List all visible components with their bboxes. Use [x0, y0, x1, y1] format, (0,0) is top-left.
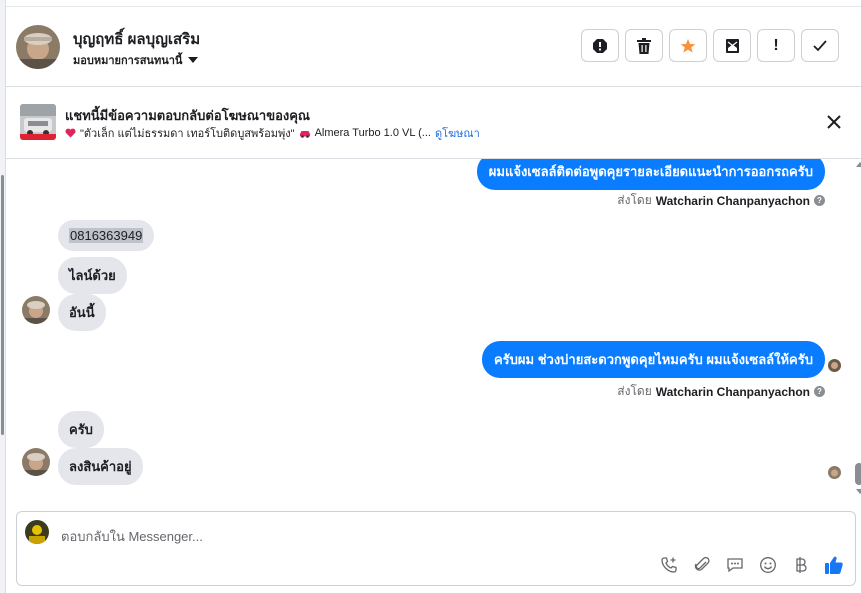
- contact-avatar-small: [22, 296, 50, 324]
- scroll-thumb[interactable]: [855, 463, 861, 485]
- mark-unread-icon: [725, 38, 739, 53]
- ad-car-name: Almera Turbo 1.0 VL (...: [314, 127, 431, 139]
- header-actions: !: [581, 29, 839, 62]
- outgoing-message: ครับผม ช่วงบ่ายสะดวกพูดคุยไหมครับ ผมแจ้ง…: [481, 341, 825, 378]
- ad-text: "ตัวเล็ก แต่ไม่ธรรมดา เทอร์โบติดบูสพร้อม…: [80, 128, 295, 140]
- sent-by-name: Watcharin Chanpanyachon: [655, 384, 810, 399]
- incoming-message: 0816363949: [58, 220, 155, 251]
- payment-button[interactable]: [790, 554, 812, 576]
- follow-up-button[interactable]: !: [757, 29, 795, 62]
- sent-by-name: Watcharin Chanpanyachon: [655, 193, 810, 208]
- scroll-down-icon[interactable]: [856, 489, 861, 494]
- close-banner-button[interactable]: [825, 113, 843, 131]
- report-spam-icon: [593, 38, 607, 53]
- info-icon[interactable]: ?: [814, 386, 825, 397]
- car-icon: [299, 130, 310, 138]
- scroll-up-icon[interactable]: [856, 162, 861, 167]
- star-button[interactable]: [669, 29, 707, 62]
- incoming-message: อันนี้: [58, 294, 106, 331]
- incoming-message: ครับ: [58, 411, 104, 448]
- thumbs-up-icon: [825, 556, 843, 574]
- info-icon[interactable]: ?: [814, 195, 825, 206]
- view-ad-link[interactable]: ดูโฆษณา: [435, 124, 480, 142]
- page-avatar: [25, 520, 49, 544]
- contact-avatar-small: [22, 448, 50, 476]
- smiley-icon: [760, 557, 776, 573]
- sent-by-label: ส่งโดย Watcharin Chanpanyachon ?: [617, 191, 825, 210]
- phone-plus-icon: [661, 557, 677, 573]
- ad-reply-banner: แชทนี้มีข้อความตอบกลับต่อโฆษณาของคุณ "ตั…: [6, 87, 861, 159]
- report-spam-button[interactable]: [581, 29, 619, 62]
- sent-by-prefix: ส่งโดย: [617, 193, 652, 207]
- thread-scrollbar[interactable]: [855, 159, 861, 507]
- chat-bubble-icon: [727, 558, 743, 573]
- heart-icon: [65, 128, 76, 138]
- check-icon: [813, 39, 827, 51]
- ad-banner-subtitle: "ตัวเล็ก แต่ไม่ธรรมดา เทอร์โบติดบูสพร้อม…: [65, 124, 480, 142]
- saved-reply-button[interactable]: [724, 554, 746, 576]
- outgoing-message: ผมแจ้งเซลล์ติดต่อพูดคุยรายละเอียดแนะนำกา…: [476, 159, 825, 190]
- close-icon: [827, 115, 841, 129]
- message-thread: ผมแจ้งเซลล์ติดต่อพูดคุยรายละเอียดแนะนำกา…: [6, 159, 861, 507]
- reply-input[interactable]: ตอบกลับใน Messenger...: [61, 526, 203, 547]
- ad-banner-title: แชทนี้มีข้อความตอบกลับต่อโฆษณาของคุณ: [65, 108, 310, 123]
- incoming-message: ลงสินค้าอยู่: [58, 448, 143, 485]
- composer-tools: [658, 554, 845, 576]
- delete-button[interactable]: [625, 29, 663, 62]
- star-icon: [680, 38, 696, 53]
- contact-name: บุญฤทธิ์ ผลบุญเสริม: [73, 31, 201, 48]
- like-button[interactable]: [823, 554, 845, 576]
- mark-unread-button[interactable]: [713, 29, 751, 62]
- paperclip-icon: [694, 556, 710, 571]
- follow-up-icon: !: [773, 36, 779, 54]
- assign-conversation-dropdown[interactable]: มอบหมายการสนทนานี้: [73, 51, 199, 69]
- sent-by-prefix: ส่งโดย: [617, 384, 652, 398]
- contact-avatar[interactable]: [16, 25, 60, 69]
- emoji-button[interactable]: [757, 554, 779, 576]
- left-pane-scroll-thumb[interactable]: [1, 175, 4, 435]
- phone-number-text: 0816363949: [69, 228, 144, 243]
- chevron-down-icon: [188, 57, 199, 63]
- conversation-header: บุญฤทธิ์ ผลบุญเสริม มอบหมายการสนทนานี้ !: [6, 6, 861, 87]
- assign-label: มอบหมายการสนทนานี้: [73, 55, 183, 67]
- seen-avatar: [828, 359, 841, 372]
- seen-avatar: [828, 466, 841, 479]
- incoming-message: ไลน์ด้วย: [58, 257, 127, 294]
- baht-icon: [796, 557, 807, 573]
- ad-thumbnail[interactable]: [20, 104, 56, 140]
- mark-done-button[interactable]: [801, 29, 839, 62]
- attach-button[interactable]: [691, 554, 713, 576]
- sent-by-label: ส่งโดย Watcharin Chanpanyachon ?: [617, 382, 825, 401]
- trash-icon: [637, 37, 651, 54]
- add-call-button[interactable]: [658, 554, 680, 576]
- reply-composer: ตอบกลับใน Messenger...: [16, 511, 856, 586]
